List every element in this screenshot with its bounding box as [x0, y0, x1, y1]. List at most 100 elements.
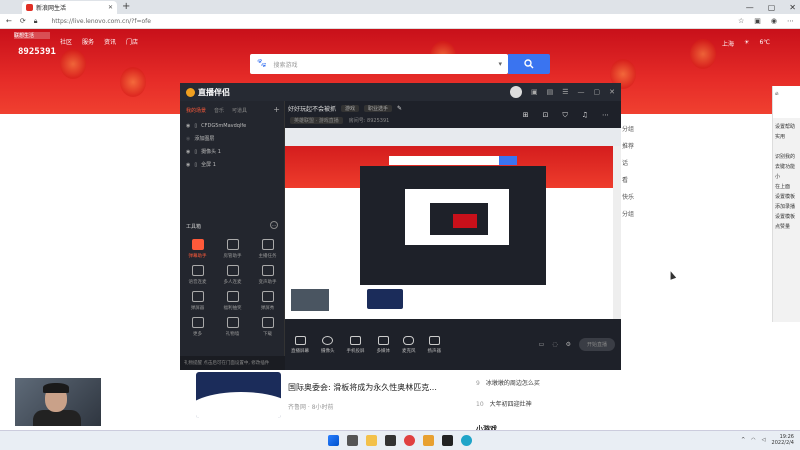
windows-start-icon[interactable]	[328, 435, 339, 446]
avatar[interactable]	[509, 86, 522, 98]
lock-icon[interactable]: ⊡	[543, 111, 549, 120]
news-thumbnail[interactable]	[196, 372, 281, 418]
taskview-icon[interactable]	[347, 435, 358, 446]
chevron-up-icon[interactable]: ^	[741, 437, 745, 443]
side-item[interactable]: 设置模板	[775, 212, 798, 222]
tool-lottery[interactable]: 福利抽奖	[215, 291, 250, 311]
search-input[interactable]: 搜索游戏	[273, 60, 297, 69]
side-item[interactable]: 设置帮助	[775, 122, 798, 132]
tool-tasks[interactable]: 主播任务	[250, 239, 285, 259]
side-item[interactable]: 识别我的	[775, 152, 798, 162]
app-icon[interactable]	[442, 435, 453, 446]
tab-music[interactable]: 音乐	[214, 107, 224, 114]
microphone-button[interactable]: 麦克风	[402, 335, 416, 354]
app-icon[interactable]	[385, 435, 396, 446]
side-item[interactable]: 去键功能	[775, 162, 798, 172]
list-item[interactable]: 10 大年初四迎灶神	[476, 399, 540, 408]
favorite-icon[interactable]: ☆	[738, 17, 744, 25]
nav-item-community[interactable]: 社区	[60, 37, 72, 46]
refresh-icon[interactable]: ⟳	[20, 17, 26, 25]
profile-icon[interactable]: ◉	[771, 17, 777, 25]
more-tools-icon[interactable]: …	[270, 221, 278, 229]
tool-multi[interactable]: 多人连麦	[215, 265, 250, 285]
collections-icon[interactable]: ▣	[754, 17, 761, 25]
tab-scenes[interactable]: 我的场景	[186, 107, 206, 114]
clock[interactable]: 19:26 2022/2/4	[772, 434, 794, 446]
tool-screen[interactable]: 弹屏器	[180, 291, 215, 311]
app-icon[interactable]	[404, 435, 415, 446]
tool-gift-wall[interactable]: 礼物墙	[215, 317, 250, 337]
layer-item[interactable]: ◉ 添加图层	[180, 132, 284, 145]
add-icon[interactable]: +	[273, 105, 280, 114]
url-field[interactable]: https://live.lenovo.com.cn/?f=ofe	[51, 18, 151, 25]
wifi-icon[interactable]: ◠	[751, 437, 755, 443]
camera-icon	[322, 335, 334, 345]
settings-icon[interactable]: ☰	[562, 88, 568, 96]
share-icon[interactable]: ⋯	[602, 111, 609, 120]
side-item[interactable]: 小	[775, 172, 798, 182]
close-icon[interactable]: ✕	[609, 88, 615, 96]
tool-room-admin[interactable]: 房管助手	[215, 239, 250, 259]
side-item[interactable]: 在上面	[775, 182, 798, 192]
speaker-button[interactable]: 扬声器	[428, 335, 441, 354]
close-tab-icon[interactable]: ✕	[108, 4, 113, 11]
source-toolbar: 直播屏幕 摄像头 手机投屏 多媒体 麦克风 扬声器 ▭ ◌ ⚙ 开始直播	[285, 319, 621, 370]
tool-voice-change[interactable]: 变声助手	[250, 265, 285, 285]
gift-box-icon[interactable]: ⊞	[523, 111, 529, 120]
nav-item-store[interactable]: 门店	[126, 37, 138, 46]
side-item[interactable]: 点赞量	[775, 222, 798, 232]
camera-button[interactable]: 摄像头	[321, 335, 335, 354]
tool-danmaku[interactable]: 弹幕助手	[180, 239, 215, 259]
layer-item[interactable]: ◉ ▯ CFDG5mMavdqlfe	[180, 120, 284, 132]
layer-item[interactable]: ◉ ▯ 全屏 1	[180, 158, 284, 171]
side-item[interactable]: 实用	[775, 132, 798, 142]
side-item[interactable]: 设置模板	[775, 192, 798, 202]
room-game[interactable]: 英雄联盟 · 游戏直播	[290, 117, 343, 124]
chevron-down-icon[interactable]: ▾	[498, 60, 502, 68]
phone-cast-button[interactable]: 手机投屏	[347, 335, 365, 354]
tool-voice[interactable]: 语音连麦	[180, 265, 215, 285]
volume-icon[interactable]: ◁	[762, 437, 766, 443]
media-button[interactable]: 多媒体	[377, 335, 390, 354]
room-tag[interactable]: 游戏	[341, 105, 360, 112]
search-button[interactable]	[508, 54, 550, 74]
nav-item-news[interactable]: 资讯	[104, 37, 116, 46]
start-live-button[interactable]: 开始直播	[578, 338, 615, 351]
nav-item-service[interactable]: 服务	[82, 37, 94, 46]
screen-capture-button[interactable]: 直播屏幕	[291, 335, 309, 354]
layer-item[interactable]: ◉ ▯ 摄像头 1	[180, 145, 284, 158]
room-category[interactable]: 职业选手	[364, 105, 393, 112]
tool-more[interactable]: 更多	[180, 317, 215, 337]
edit-icon[interactable]: ✎	[397, 105, 402, 112]
mic-icon	[403, 335, 415, 345]
minimize-button[interactable]: —	[746, 3, 754, 12]
browser-tab[interactable]: 新浪网生活 ✕	[22, 1, 117, 14]
tool-show[interactable]: 弹屏秀	[250, 291, 285, 311]
new-tab-icon[interactable]: +	[122, 1, 130, 12]
edge-icon[interactable]	[461, 435, 472, 446]
stream-preview[interactable]	[285, 128, 621, 319]
file-explorer-icon[interactable]	[366, 435, 377, 446]
site-logo[interactable]: 联想生活	[14, 32, 50, 39]
bell-icon[interactable]: ♫	[582, 111, 588, 120]
app-icon[interactable]	[423, 435, 434, 446]
close-window-button[interactable]: ✕	[789, 3, 796, 12]
gear-icon[interactable]: ⚙	[566, 341, 571, 348]
cc-icon[interactable]: ◌	[552, 341, 557, 348]
list-item[interactable]: 9 冰墩墩的周边怎么买	[476, 378, 540, 387]
side-item[interactable]: 添加录播	[775, 202, 798, 212]
tab-props[interactable]: 可道具	[232, 107, 247, 114]
back-icon[interactable]: ←	[6, 17, 12, 25]
chat-icon[interactable]: ▤	[547, 88, 554, 96]
news-title[interactable]: 国际奥委会: 滑板将成为永久性奥林匹克...	[288, 382, 437, 393]
maximize-button[interactable]: ▢	[768, 3, 776, 12]
more-icon[interactable]: ⋯	[787, 17, 794, 25]
gift-icon[interactable]: ▣	[531, 88, 538, 96]
shield-icon[interactable]: ⛉	[562, 111, 567, 120]
record-icon[interactable]: ▭	[539, 341, 545, 348]
tool-download[interactable]: 下载	[250, 317, 285, 337]
maximize-icon[interactable]: ▢	[594, 88, 601, 96]
admin-icon	[226, 239, 239, 250]
room-title[interactable]: 好好玩起不会被抓	[288, 104, 336, 113]
minimize-icon[interactable]: —	[578, 88, 585, 96]
